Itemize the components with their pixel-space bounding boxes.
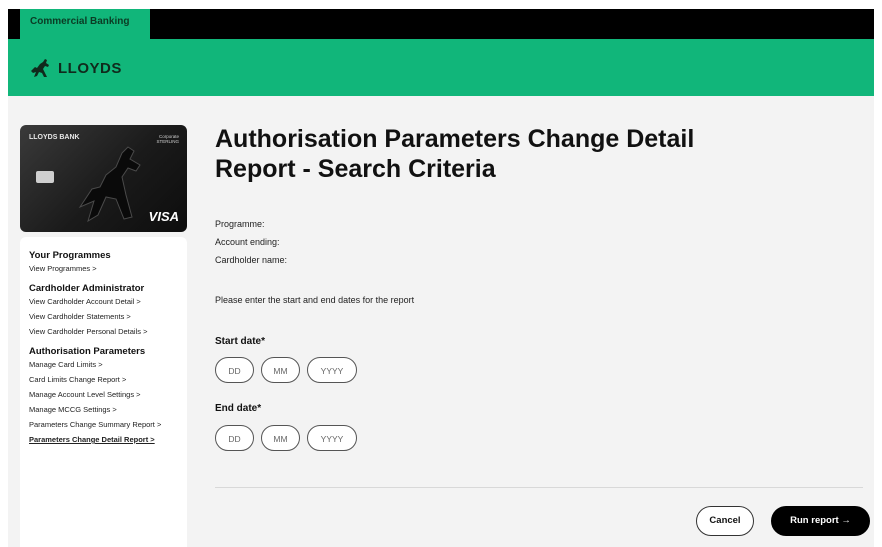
sidebar-navigation: Your Programmes View Programmes > Cardho… (20, 237, 187, 547)
sidebar-link-view-programmes[interactable]: View Programmes > (29, 264, 178, 273)
end-date-label: End date* (215, 403, 262, 414)
sidebar-link-card-limits-change-report[interactable]: Card Limits Change Report > (29, 375, 178, 384)
main-content-area: LLOYDS BANK Corporate STERLING VISA Your… (8, 96, 874, 547)
page-title: Authorisation Parameters Change Detail R… (215, 124, 835, 184)
page-title-line-2: Report - Search Criteria (215, 155, 496, 183)
sidebar-link-parameters-change-summary-report[interactable]: Parameters Change Summary Report > (29, 420, 178, 429)
page-title-line-1: Authorisation Parameters Change Detail (215, 125, 695, 153)
form-divider (215, 487, 863, 488)
sidebar-heading-authorisation-parameters: Authorisation Parameters (29, 346, 146, 357)
card-scheme-logo: VISA (148, 209, 179, 224)
card-horse-icon (78, 146, 141, 223)
programme-label: Programme: (215, 219, 265, 229)
sidebar-heading-cardholder-administrator: Cardholder Administrator (29, 283, 145, 294)
card-chip (36, 171, 54, 183)
sidebar-heading-your-programmes: Your Programmes (29, 250, 111, 261)
end-date-day-input[interactable]: DD (215, 425, 254, 451)
start-date-day-input[interactable]: DD (215, 357, 254, 383)
logo-wordmark: LLOYDS (58, 59, 122, 77)
brand-header: LLOYDS (8, 39, 874, 96)
sidebar-link-view-cardholder-statements[interactable]: View Cardholder Statements > (29, 312, 178, 321)
end-date-month-input[interactable]: MM (261, 425, 300, 451)
instructions-text: Please enter the start and end dates for… (215, 295, 415, 305)
lloyds-logo[interactable]: LLOYDS (28, 57, 122, 79)
black-horse-icon (31, 59, 49, 77)
card-corporate-label: Corporate STERLING (156, 134, 179, 144)
sidebar-link-manage-account-level-settings[interactable]: Manage Account Level Settings > (29, 390, 178, 399)
tab-commercial-banking[interactable]: Commercial Banking (20, 9, 150, 39)
sidebar-link-view-cardholder-personal-details[interactable]: View Cardholder Personal Details > (29, 327, 178, 336)
sidebar-link-manage-mccg-settings[interactable]: Manage MCCG Settings > (29, 405, 178, 414)
account-ending-label: Account ending: (215, 237, 280, 247)
cancel-button[interactable]: Cancel (696, 506, 754, 536)
start-date-year-input[interactable]: YYYY (307, 357, 357, 383)
sidebar-link-view-cardholder-account-detail[interactable]: View Cardholder Account Detail > (29, 297, 178, 306)
start-date-month-input[interactable]: MM (261, 357, 300, 383)
sidebar-link-parameters-change-detail-report[interactable]: Parameters Change Detail Report > (29, 435, 178, 444)
end-date-year-input[interactable]: YYYY (307, 425, 357, 451)
cardholder-name-label: Cardholder name: (215, 255, 288, 265)
corporate-card-image: LLOYDS BANK Corporate STERLING VISA (20, 125, 187, 232)
sidebar-link-manage-card-limits[interactable]: Manage Card Limits > (29, 360, 178, 369)
run-report-button[interactable]: Run report → (771, 506, 870, 536)
start-date-label: Start date* (215, 336, 266, 347)
top-navigation-bar: Commercial Banking (8, 9, 874, 39)
